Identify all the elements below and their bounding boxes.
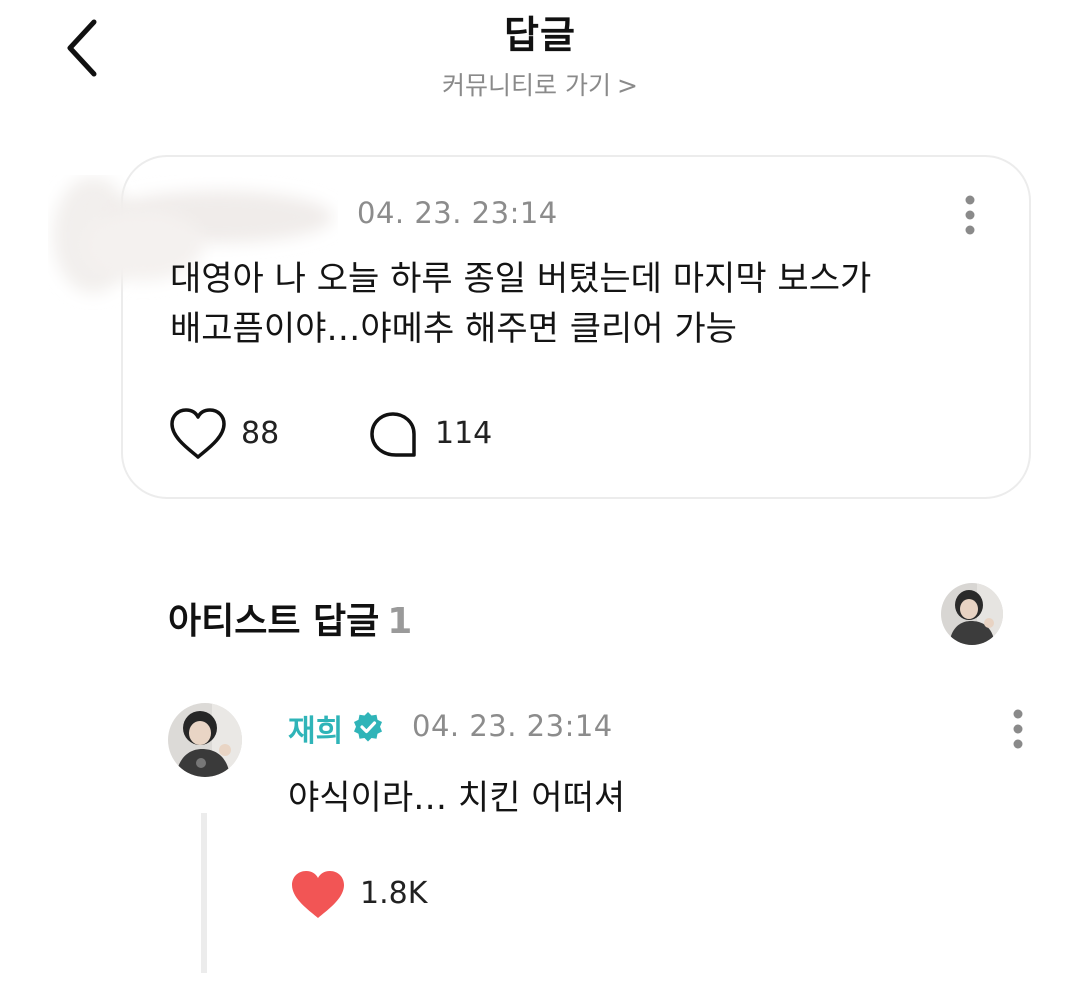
reply-more-menu[interactable] — [1003, 706, 1033, 752]
post-more-menu[interactable] — [955, 192, 985, 238]
reply-text: 야식이라… 치킨 어떠셔 — [288, 778, 626, 818]
chevron-right-icon: > — [617, 71, 638, 100]
post-text-line: 배고픔이야…야메추 해주면 클리어 가능 — [170, 309, 737, 349]
post-comment-button[interactable] — [366, 410, 420, 460]
page-title: 답글 — [504, 13, 576, 57]
post-like-button[interactable] — [168, 407, 228, 461]
reply-page: 답글 커뮤니티로 가기 > 04. 23. 23:14 대영아 나 오늘 하루 종… — [0, 0, 1080, 986]
speech-bubble-icon — [370, 412, 416, 457]
post-date: 04. 23. 23:14 — [357, 196, 558, 230]
more-vertical-icon — [1013, 709, 1023, 749]
heart-outline-icon — [170, 408, 226, 459]
reply-author-name[interactable]: 재희 — [288, 706, 343, 750]
artist-reply-section-title: 아티스트 답글 1 — [168, 592, 412, 644]
post-text: 대영아 나 오늘 하루 종일 버텼는데 마지막 보스가 배고픔이야…야메추 해주… — [170, 254, 990, 354]
avatar-image — [941, 583, 1003, 645]
artist-reply-count: 1 — [387, 601, 413, 642]
reply-author-avatar[interactable] — [168, 703, 242, 777]
heart-filled-icon — [292, 871, 344, 918]
avatar-image — [168, 703, 242, 777]
go-to-community-link[interactable]: 커뮤니티로 가기 > — [0, 66, 1080, 102]
thread-line — [201, 813, 207, 973]
section-title-label: 아티스트 답글 — [168, 601, 380, 642]
community-link-label: 커뮤니티로 가기 — [442, 71, 611, 100]
verified-badge-icon — [354, 712, 382, 742]
reply-date: 04. 23. 23:14 — [412, 709, 613, 743]
reply-like-count: 1.8K — [360, 876, 428, 911]
post-like-count: 88 — [241, 416, 280, 451]
reply-like-button[interactable] — [289, 868, 347, 922]
post-text-line: 대영아 나 오늘 하루 종일 버텼는데 마지막 보스가 — [170, 259, 872, 299]
artist-avatar-filter[interactable] — [941, 583, 1003, 645]
post-comment-count: 114 — [435, 416, 493, 451]
more-vertical-icon — [965, 195, 975, 235]
